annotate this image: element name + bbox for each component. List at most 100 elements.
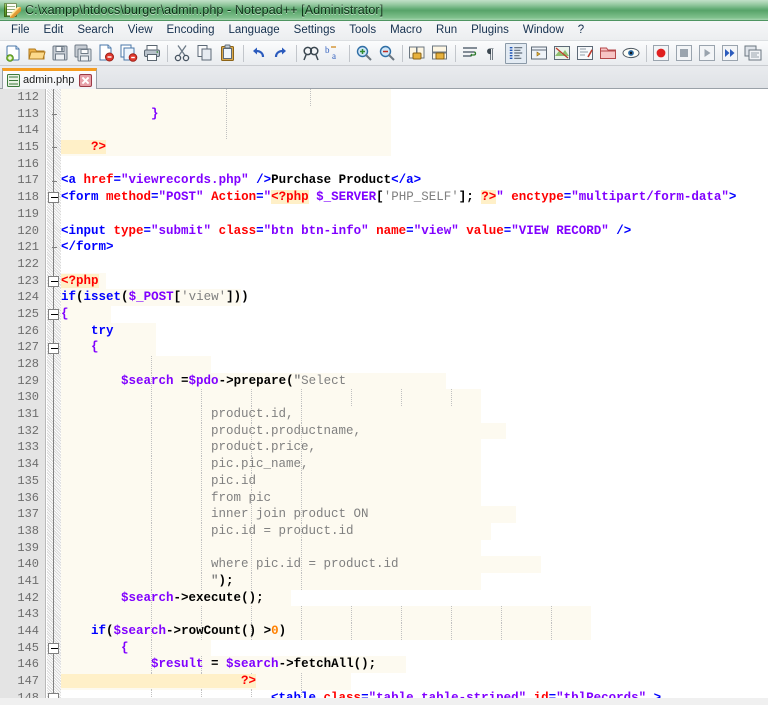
fold-toggle-box[interactable]: [48, 275, 59, 287]
code-line[interactable]: try: [61, 322, 768, 340]
function-list-icon[interactable]: [574, 43, 596, 64]
code-line[interactable]: {: [61, 339, 768, 356]
code-line[interactable]: }: [61, 105, 768, 123]
copy-icon[interactable]: [194, 43, 216, 64]
menu-item-language[interactable]: Language: [221, 22, 286, 40]
close-all-icon[interactable]: [118, 43, 140, 64]
code-line[interactable]: product.productname,: [61, 422, 768, 440]
code-line[interactable]: pic.pic_name,: [61, 456, 768, 473]
code-line[interactable]: pic.id: [61, 472, 768, 490]
code-line[interactable]: [61, 256, 768, 273]
fold-toggle-box[interactable]: [48, 693, 59, 698]
code-line[interactable]: <table class="table table-striped" id="t…: [61, 689, 768, 698]
close-tab-icon[interactable]: [79, 73, 93, 87]
fold-toggle-box[interactable]: [48, 309, 59, 321]
sync-vertical-scroll-icon[interactable]: [406, 43, 428, 64]
code-line[interactable]: if(isset($_POST['view'])): [61, 289, 768, 306]
stop-macro-icon[interactable]: [673, 43, 695, 64]
menu-item-tools[interactable]: Tools: [342, 22, 383, 40]
paste-icon[interactable]: [217, 43, 239, 64]
code-line[interactable]: $search =$pdo->prepare("Select: [61, 372, 768, 390]
menu-item-macro[interactable]: Macro: [383, 22, 429, 40]
indent-guide: [301, 489, 302, 507]
code-line[interactable]: <?php: [61, 272, 768, 290]
code-line[interactable]: product.price,: [61, 439, 768, 457]
toolbar: b a ¶: [0, 41, 768, 66]
new-file-icon[interactable]: [3, 43, 25, 64]
tab-admin-php[interactable]: admin.php: [2, 68, 98, 89]
code-line[interactable]: ");: [61, 572, 768, 590]
menu-item-search[interactable]: Search: [70, 22, 120, 40]
fold-toggle-box[interactable]: [48, 342, 59, 354]
replace-icon[interactable]: b a: [323, 43, 345, 64]
user-defined-dialog-icon[interactable]: [528, 43, 550, 64]
menu-item-edit[interactable]: Edit: [37, 22, 71, 40]
code-line[interactable]: if($search->rowCount() >0): [61, 623, 768, 640]
code-line[interactable]: <input type="submit" class="btn btn-info…: [61, 223, 768, 240]
menu-item-plugins[interactable]: Plugins: [464, 22, 516, 40]
undo-icon[interactable]: [247, 43, 269, 64]
code-line[interactable]: $result = $search->fetchAll();: [61, 656, 768, 674]
code-line[interactable]: <a href="viewrecords.php" />Purchase Pro…: [61, 172, 768, 189]
code-line[interactable]: ?>: [61, 673, 768, 690]
menu-item-view[interactable]: View: [121, 22, 160, 40]
run-macro-multiple-icon[interactable]: [719, 43, 741, 64]
code-line[interactable]: $search->execute();: [61, 589, 768, 607]
code-line[interactable]: [61, 356, 768, 373]
code-line[interactable]: [61, 389, 768, 407]
code-line[interactable]: inner join product ON: [61, 506, 768, 523]
find-icon[interactable]: [300, 43, 322, 64]
menu-item-run[interactable]: Run: [429, 22, 464, 40]
code-line[interactable]: [61, 156, 768, 173]
code-line[interactable]: [61, 206, 768, 223]
code-line[interactable]: {: [61, 639, 768, 657]
indent-guide: [301, 539, 302, 557]
redo-icon[interactable]: [270, 43, 292, 64]
folder-workspace-icon[interactable]: [597, 43, 619, 64]
save-all-icon[interactable]: [72, 43, 94, 64]
code-line-text: <form method="POST" Action="<?php $_SERV…: [61, 190, 737, 205]
code-line[interactable]: [61, 539, 768, 557]
zoom-in-icon[interactable]: [353, 43, 375, 64]
zoom-out-icon[interactable]: [376, 43, 398, 64]
open-file-icon[interactable]: [26, 43, 48, 64]
menu-item-settings[interactable]: Settings: [287, 22, 343, 40]
fold-toggle-box[interactable]: [48, 643, 59, 655]
monitoring-icon[interactable]: [620, 43, 642, 64]
save-macro-icon[interactable]: [742, 43, 764, 64]
menu-item-help[interactable]: ?: [571, 22, 591, 40]
code-line[interactable]: from pic: [61, 489, 768, 507]
fold-toggle-box[interactable]: [48, 192, 59, 204]
show-indent-guide-icon[interactable]: [505, 42, 527, 64]
save-icon[interactable]: [49, 43, 71, 64]
print-icon[interactable]: [141, 43, 163, 64]
code-line[interactable]: product.id,: [61, 406, 768, 423]
code-line[interactable]: where pic.id = product.id: [61, 556, 768, 573]
code-editor[interactable]: 112 113 114 115 116 117 118 119 120 121 122 123 124 1…: [0, 89, 768, 698]
line-number: 141: [17, 573, 39, 588]
code-line[interactable]: <form method="POST" Action="<?php $_SERV…: [61, 189, 768, 206]
code-line[interactable]: [61, 89, 768, 106]
record-macro-icon[interactable]: [650, 43, 672, 64]
menu-item-file[interactable]: File: [4, 22, 37, 40]
menu-item-window[interactable]: Window: [516, 22, 571, 40]
code-line[interactable]: [61, 122, 768, 140]
code-line[interactable]: pic.id = product.id: [61, 522, 768, 540]
show-all-characters-icon[interactable]: ¶: [482, 43, 504, 64]
code-line[interactable]: </form>: [61, 239, 768, 256]
document-map-icon[interactable]: [551, 43, 573, 64]
line-number: 116: [17, 156, 39, 171]
code-line[interactable]: {: [61, 305, 768, 323]
code-line[interactable]: [61, 606, 768, 623]
close-file-icon[interactable]: [95, 43, 117, 64]
code-text-area[interactable]: } ?> <a href="viewrecords.php" />Purchase…: [61, 89, 768, 698]
cut-icon[interactable]: [171, 43, 193, 64]
code-folding-margin[interactable]: [47, 89, 61, 698]
play-macro-icon[interactable]: [696, 43, 718, 64]
sync-horizontal-scroll-icon[interactable]: [429, 43, 451, 64]
menu-item-encoding[interactable]: Encoding: [160, 22, 222, 40]
code-line[interactable]: ?>: [61, 139, 768, 156]
line-number: 136: [17, 490, 39, 505]
word-wrap-icon[interactable]: [459, 43, 481, 64]
line-number: 122: [17, 256, 39, 271]
